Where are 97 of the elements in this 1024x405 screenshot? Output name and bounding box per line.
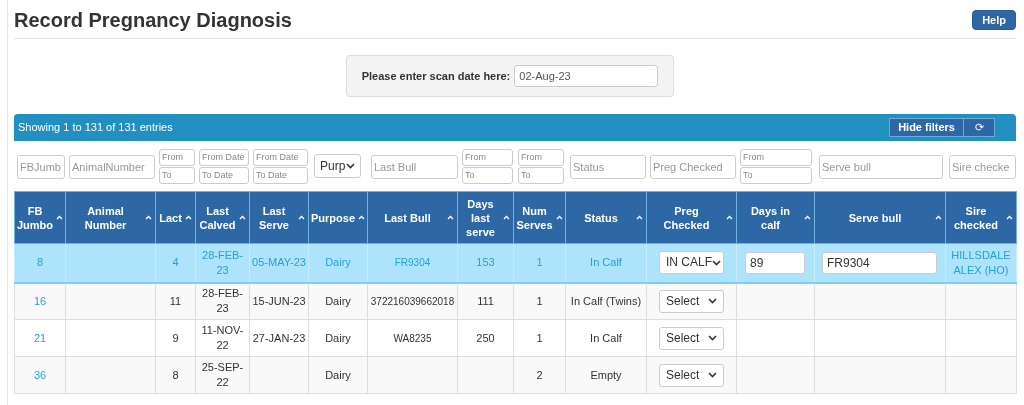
- from-field[interactable]: From: [740, 148, 812, 166]
- sort-icon: [1006, 215, 1013, 220]
- filter-field[interactable]: Status: [570, 154, 646, 179]
- table-cell-text: 9: [171, 330, 180, 346]
- chevron-down-icon: [708, 335, 717, 341]
- sort-icon: [804, 215, 811, 220]
- table-cell-text: HILLSDALE ALEX (HO): [950, 247, 1012, 278]
- table-cell-text: In Calf (Twins): [569, 293, 643, 309]
- table-cell-text: 05-MAY-23: [251, 255, 307, 271]
- column-header[interactable]: FB Jumbo: [14, 191, 66, 244]
- filter-field[interactable]: AnimalNumber: [69, 154, 155, 179]
- column-header[interactable]: Animal Number: [65, 191, 156, 244]
- serve-bull-field[interactable]: FR9304: [822, 251, 937, 274]
- chevron-down-icon: [708, 372, 717, 378]
- column-header[interactable]: Status: [565, 191, 647, 244]
- column-header[interactable]: Num Serves: [513, 191, 566, 244]
- column-header[interactable]: Last Calved: [195, 191, 250, 244]
- sort-icon: [298, 215, 305, 220]
- from-field[interactable]: From Date: [253, 148, 308, 166]
- refresh-button[interactable]: ⟳: [964, 118, 995, 137]
- table-cell-text: Dairy: [324, 367, 352, 383]
- sort-icon: [56, 215, 64, 220]
- column-header[interactable]: Lact: [155, 191, 196, 244]
- table-cell-text: 27-JAN-23: [251, 330, 307, 346]
- chevron-down-icon: [346, 163, 355, 169]
- table-cell-text: Empty: [589, 367, 623, 383]
- table-cell-text: 25-SEP-22: [200, 360, 245, 390]
- to-field[interactable]: To: [462, 166, 513, 184]
- filter-field[interactable]: Sire checke: [949, 154, 1016, 179]
- sort-icon: [636, 215, 643, 220]
- table-cell-text: In Calf: [589, 330, 623, 346]
- entries-info: Showing 1 to 131 of 131 entries: [18, 120, 173, 136]
- column-header[interactable]: Purpose: [308, 191, 368, 244]
- to-field[interactable]: To: [159, 166, 195, 184]
- table-cell-text: 8: [171, 367, 180, 383]
- sort-icon: [935, 215, 942, 220]
- table-cell-text: 1: [535, 330, 544, 346]
- hide-filters-button[interactable]: Hide filters: [889, 118, 964, 137]
- table-cell-text: 372216039662018: [369, 294, 456, 309]
- sort-icon: [358, 215, 365, 220]
- filter-field[interactable]: Last Bull: [371, 154, 458, 179]
- table-cell-text: Dairy: [324, 293, 352, 309]
- table-cell-text: 28-FEB-23: [201, 247, 244, 278]
- from-field[interactable]: From Date: [199, 148, 249, 166]
- filter-field[interactable]: FBJumb: [17, 154, 65, 179]
- table-cell-text: 111: [476, 293, 495, 309]
- table-cell-text: Dairy: [324, 330, 352, 346]
- sort-icon: [239, 215, 246, 220]
- table-cell-text: 153: [475, 255, 496, 271]
- chevron-down-icon: [708, 298, 717, 305]
- filter-field[interactable]: Preg Checked: [650, 154, 736, 179]
- purpose-select[interactable]: Purp: [314, 154, 361, 178]
- table-cell-text: FR9304: [393, 256, 432, 271]
- preg-checked-select[interactable]: Select: [659, 326, 724, 350]
- to-field[interactable]: To Date: [199, 166, 249, 184]
- chevron-down-icon: [712, 259, 721, 266]
- filter-field[interactable]: Serve bull: [819, 154, 943, 179]
- to-field[interactable]: To Date: [253, 166, 308, 184]
- from-field[interactable]: From: [518, 148, 564, 166]
- column-header[interactable]: Preg Checked: [646, 191, 737, 244]
- preg-checked-select[interactable]: IN CALF: [659, 251, 724, 275]
- column-header[interactable]: Days in calf: [736, 191, 815, 244]
- column-header[interactable]: Last Bull: [367, 191, 458, 244]
- table-cell-text: In Calf: [589, 255, 623, 271]
- scan-date-label: Please enter scan date here:: [361, 68, 511, 84]
- preg-checked-select[interactable]: Select: [659, 289, 724, 313]
- sort-icon: [726, 215, 733, 220]
- to-field[interactable]: To: [740, 166, 812, 184]
- table-cell-text: 15-JUN-23: [251, 293, 307, 309]
- table-cell-text: Dairy: [324, 255, 352, 271]
- table-cell-text: 4: [171, 255, 180, 271]
- sort-icon: [503, 215, 510, 220]
- column-header[interactable]: Sire checked: [945, 191, 1017, 244]
- to-field[interactable]: To: [518, 166, 564, 184]
- table-cell-text: 1: [535, 293, 544, 309]
- column-header[interactable]: Days last serve: [457, 191, 514, 244]
- table-cell-text: 250: [475, 330, 496, 346]
- from-field[interactable]: From: [462, 148, 513, 166]
- table-cell-text: 2: [535, 367, 544, 383]
- scan-date-field[interactable]: 02-Aug-23: [514, 65, 659, 87]
- table-cell-text: 28-FEB-23: [201, 286, 244, 317]
- sort-icon: [185, 215, 192, 220]
- page-title: Record Pregnancy Diagnosis: [14, 8, 292, 32]
- sort-icon: [555, 215, 563, 220]
- table-cell-text: 11-NOV-22: [200, 323, 245, 353]
- table-cell-text: 1: [535, 255, 544, 271]
- days-in-calf-field[interactable]: 89: [745, 251, 805, 274]
- table-row[interactable]: 36 8 25-SEP-22 Dairy 2 Empty Select: [14, 356, 1017, 394]
- from-field[interactable]: From: [159, 148, 195, 166]
- column-header[interactable]: Last Serve: [249, 191, 309, 244]
- table-cell-text: 11: [168, 293, 183, 309]
- preg-checked-select[interactable]: Select: [659, 363, 724, 387]
- table-cell-text: WA8235: [392, 331, 433, 346]
- sort-icon: [145, 215, 152, 220]
- sort-icon: [447, 215, 454, 220]
- column-header[interactable]: Serve bull: [814, 191, 946, 244]
- help-button[interactable]: Help: [972, 10, 1016, 30]
